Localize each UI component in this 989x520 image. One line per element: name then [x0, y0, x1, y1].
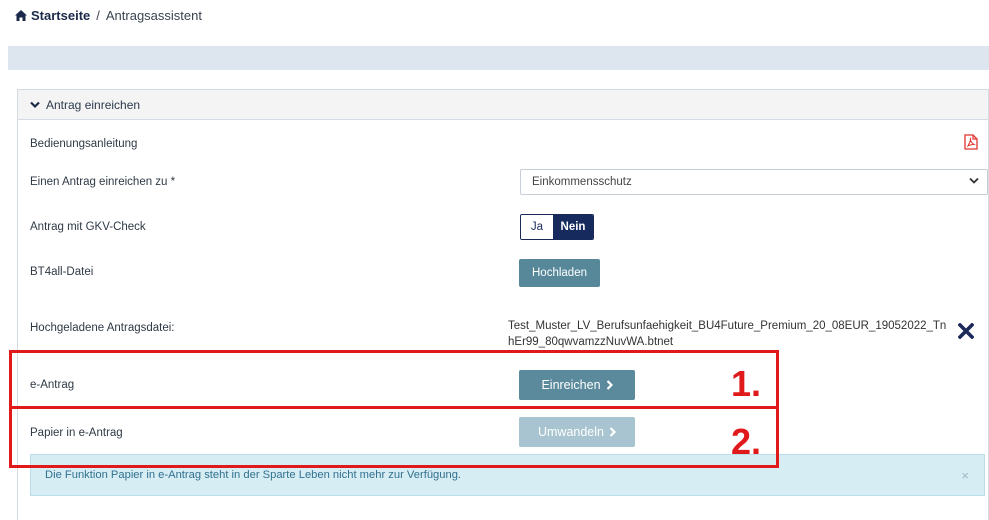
gkv-toggle[interactable]: Ja Nein [520, 214, 594, 240]
chevron-right-icon [609, 427, 616, 437]
convert-button[interactable]: Umwandeln [519, 417, 635, 447]
chevron-down-icon [969, 177, 979, 184]
submit-button[interactable]: Einreichen [519, 370, 635, 400]
breadcrumb: Startseite / Antragsassistent [15, 8, 202, 23]
toggle-nein[interactable]: Nein [553, 215, 593, 239]
uploaded-file-label: Hochgeladene Antragsdatei: [30, 322, 175, 334]
alert-close-button[interactable]: × [961, 468, 969, 483]
uploaded-filename: Test_Muster_LV_Berufsunfaehigkeit_BU4Fut… [508, 320, 947, 348]
alert-text: Die Funktion Papier in e-Antrag steht in… [45, 469, 462, 481]
paper-label: Papier in e-Antrag [30, 427, 123, 439]
convert-button-label: Umwandeln [537, 425, 604, 439]
breadcrumb-separator: / [96, 8, 100, 23]
panel-title: Antrag einreichen [46, 97, 141, 112]
breadcrumb-home[interactable]: Startseite [15, 8, 90, 23]
submit-application-panel: Antrag einreichen Bedienungsanleitung Ei… [17, 89, 989, 520]
product-select[interactable]: Einkommensschutz [520, 169, 988, 195]
chevron-down-icon [30, 101, 40, 108]
gkv-label: Antrag mit GKV-Check [30, 221, 146, 233]
eantrag-label: e-Antrag [30, 379, 75, 391]
header-bar [8, 46, 989, 70]
submit-for-label: Einen Antrag einreichen zu * [30, 176, 176, 188]
submit-button-label: Einreichen [541, 378, 601, 392]
info-alert: Die Funktion Papier in e-Antrag steht in… [30, 454, 985, 496]
chevron-right-icon [606, 380, 613, 390]
upload-button[interactable]: Hochladen [519, 259, 600, 287]
remove-file-icon[interactable] [958, 323, 974, 339]
breadcrumb-current: Antragsassistent [105, 8, 202, 23]
manual-label: Bedienungsanleitung [30, 138, 138, 150]
bt4all-label: BT4all-Datei [30, 266, 94, 278]
breadcrumb-home-label[interactable]: Startseite [31, 8, 90, 23]
panel-header[interactable]: Antrag einreichen [18, 90, 988, 120]
toggle-ja[interactable]: Ja [521, 215, 553, 239]
marker-1: 1. [731, 363, 762, 404]
pdf-icon[interactable] [964, 134, 978, 150]
product-select-value: Einkommensschutz [532, 176, 632, 188]
home-icon [15, 10, 27, 21]
marker-2: 2. [731, 421, 762, 462]
